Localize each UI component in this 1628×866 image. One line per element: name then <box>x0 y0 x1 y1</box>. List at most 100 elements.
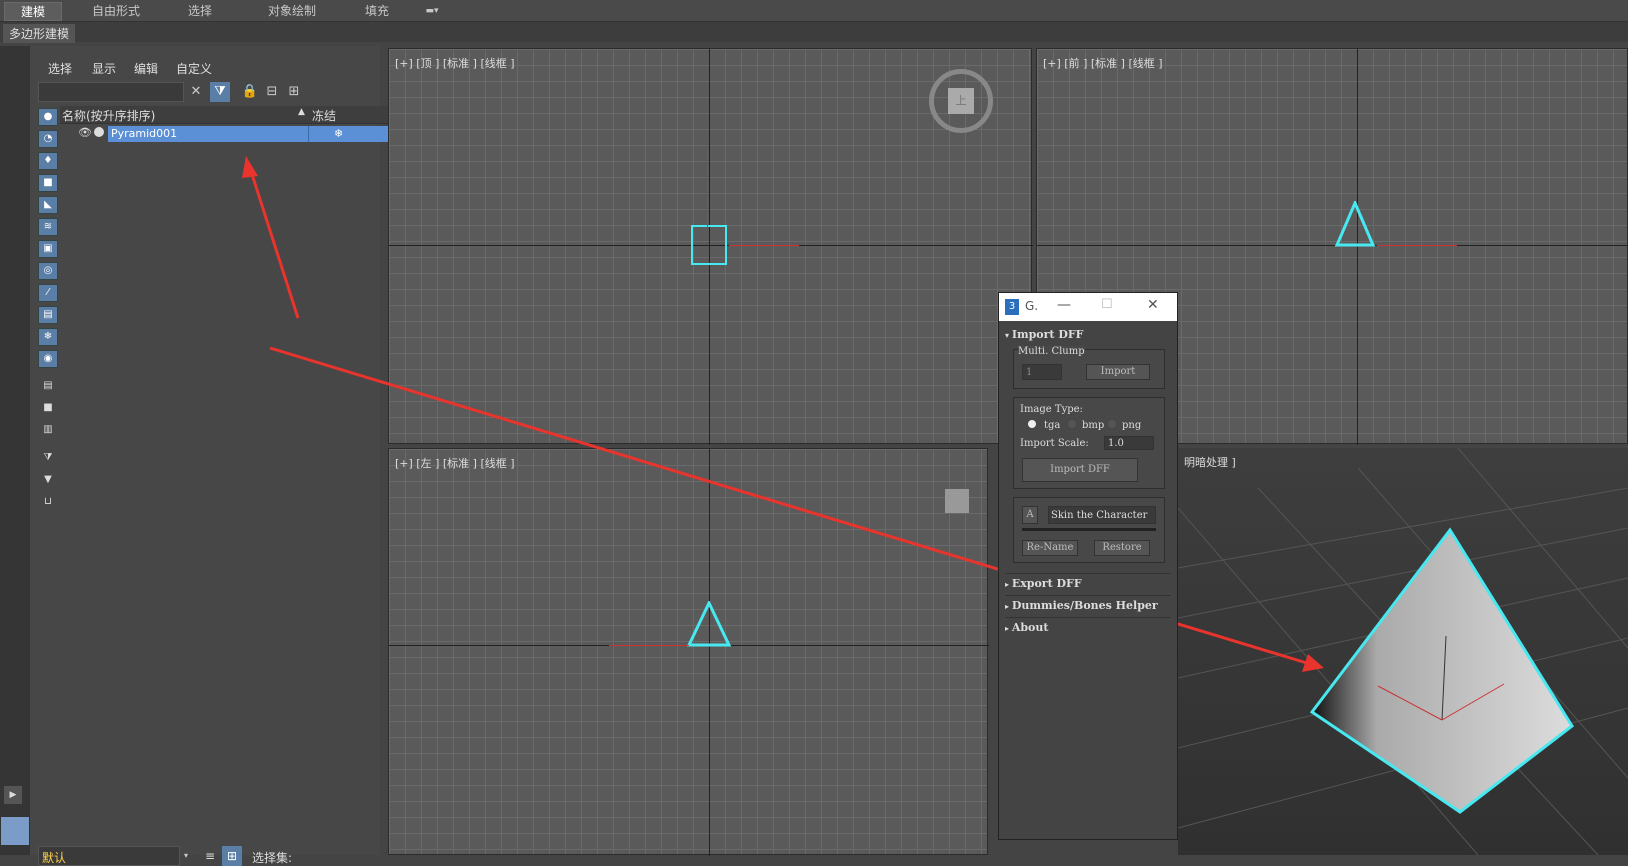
clear-search-icon[interactable]: ✕ <box>186 82 206 102</box>
object-dot-icon <box>94 127 104 137</box>
progress-bar <box>1022 528 1156 531</box>
expand-arrow-icon[interactable]: ▶ <box>4 786 22 804</box>
viewcube-face[interactable]: 上 <box>948 88 974 114</box>
frozen-icon[interactable]: ❄ <box>38 328 58 346</box>
groups-icon[interactable]: ▣ <box>38 240 58 258</box>
square-icon[interactable]: ■ <box>38 400 58 418</box>
ribbon-options-icon[interactable]: ▬▾ <box>420 2 444 21</box>
import-scale-label: Import Scale: <box>1020 438 1089 449</box>
viewport-front-label[interactable]: [+] [前 ] [标准 ] [线框 ] <box>1043 55 1163 71</box>
tab-populate[interactable]: 填充 <box>352 2 402 21</box>
helpers-icon[interactable]: ◣ <box>38 196 58 214</box>
tab-freeform[interactable]: 自由形式 <box>80 2 152 21</box>
skin-field[interactable]: Skin the Character <box>1048 506 1156 524</box>
gizmo-x-axis <box>1377 245 1457 246</box>
minimize-icon[interactable]: — <box>1057 297 1071 313</box>
rollout-export-dff[interactable]: ▸ Export DFF <box>1005 573 1171 593</box>
viewport-left[interactable]: [+] [左 ] [标准 ] [线框 ] <box>388 448 989 856</box>
lock-icon[interactable]: 🔒 <box>240 82 260 102</box>
containers-icon[interactable]: ▤ <box>38 306 58 324</box>
viewcube-left[interactable] <box>945 489 969 513</box>
basket-icon[interactable]: ⊔ <box>38 494 58 512</box>
viewport-layout-icon[interactable] <box>0 816 30 846</box>
viewcube-compass[interactable]: 上 <box>929 69 993 133</box>
tab-object-paint[interactable]: 对象绘制 <box>250 2 334 21</box>
doc-icon[interactable]: ▥ <box>38 422 58 440</box>
column-divider <box>308 126 309 142</box>
layer-dropdown[interactable]: 默认 <box>38 846 180 866</box>
hidden-icon[interactable]: ◉ <box>38 350 58 368</box>
dff-plugin-dialog: 3 G. — ☐ ✕ ▾ Import DFF Multi. Clump 1 I… <box>998 292 1178 840</box>
tab-selection[interactable]: 选择 <box>172 2 228 21</box>
subtab-poly-modeling[interactable]: 多边形建模 <box>3 24 76 43</box>
explorer-search-input[interactable] <box>38 82 184 102</box>
radio-png[interactable] <box>1108 420 1116 428</box>
shapes-icon[interactable]: ◔ <box>38 130 58 148</box>
hierarchy-mode-icon[interactable]: ⊞ <box>222 846 242 866</box>
scale-spinner[interactable]: 1.0 <box>1104 436 1154 450</box>
viewport-top-label[interactable]: [+] [顶 ] [标准 ] [线框 ] <box>395 55 515 71</box>
menu-customize[interactable]: 自定义 <box>176 60 212 77</box>
viewport-top[interactable]: [+] [顶 ] [标准 ] [线框 ] 上 <box>388 48 1033 445</box>
gizmo-x-axis <box>609 645 689 646</box>
dropdown-arrow-icon[interactable]: ▾ <box>180 846 192 866</box>
import-dff-button[interactable]: Import DFF <box>1022 458 1138 482</box>
sort-asc-icon: ▲ <box>298 107 305 117</box>
rollout-dummies[interactable]: ▸ Dummies/Bones Helper <box>1005 595 1171 615</box>
pyramid-top-view[interactable] <box>691 225 727 265</box>
layers-icon[interactable]: ≡ <box>200 846 220 866</box>
viewport-perspective[interactable]: 明暗处理 ] <box>1178 448 1628 855</box>
clump-value: 1 <box>1026 367 1033 378</box>
left-strip: ▶ <box>0 46 30 855</box>
table-row[interactable]: Pyramid001 ❄ <box>108 126 400 142</box>
radio-bmp-label: bmp <box>1082 420 1105 431</box>
visibility-eye-icon[interactable]: 👁 <box>78 126 92 139</box>
multi-clump-label: Multi. Clump <box>1018 346 1085 357</box>
object-name: Pyramid001 <box>111 127 178 140</box>
radio-tga[interactable] <box>1028 420 1036 428</box>
rollout-dummies-label: Dummies/Bones Helper <box>1011 599 1158 612</box>
menu-select[interactable]: 选择 <box>48 60 72 77</box>
spacewarps-icon[interactable]: ≋ <box>38 218 58 236</box>
radio-bmp[interactable] <box>1068 420 1076 428</box>
clump-spinner[interactable]: 1 <box>1022 364 1062 380</box>
import-button[interactable]: Import <box>1086 364 1150 380</box>
a-button[interactable]: A <box>1022 506 1038 524</box>
group-image-type: Image Type: tga bmp png Import Scale: 1.… <box>1013 397 1165 489</box>
dialog-titlebar[interactable]: 3 G. — ☐ ✕ <box>999 293 1177 321</box>
lights-icon[interactable]: ♦ <box>38 152 58 170</box>
group-skin: A Skin the Character Re-Name Restore <box>1013 497 1165 563</box>
menu-edit[interactable]: 编辑 <box>134 60 158 77</box>
menu-display[interactable]: 显示 <box>92 60 116 77</box>
list-icon[interactable]: ▤ <box>38 378 58 396</box>
rollout-about-label: About <box>1011 621 1049 634</box>
filter-funnel-icon[interactable]: ▼ <box>38 472 58 490</box>
freeze-snowflake-icon[interactable]: ❄ <box>334 127 343 140</box>
rollout-about[interactable]: ▸ About <box>1005 617 1171 637</box>
rollout-import-dff[interactable]: ▾ Import DFF <box>1005 325 1171 345</box>
layer-tree-icon[interactable]: ⊞ <box>284 82 304 102</box>
restore-button[interactable]: Restore <box>1094 540 1150 556</box>
bones-icon[interactable]: ⁄ <box>38 284 58 302</box>
column-frozen[interactable]: 冻结 <box>312 107 336 124</box>
scale-value: 1.0 <box>1108 438 1124 449</box>
column-name[interactable]: 名称(按升序排序) <box>62 107 155 124</box>
close-icon[interactable]: ✕ <box>1147 297 1159 313</box>
pyramid-perspective[interactable] <box>1308 526 1578 826</box>
tab-modeling[interactable]: 建模 <box>4 2 62 21</box>
ribbon-bar: 建模 自由形式 选择 对象绘制 填充 ▬▾ <box>0 0 1628 22</box>
viewport-left-label[interactable]: [+] [左 ] [标准 ] [线框 ] <box>395 455 515 471</box>
maximize-icon[interactable]: ☐ <box>1101 297 1113 312</box>
hierarchy-icon[interactable]: ⊟ <box>262 82 282 102</box>
filter-pin-icon[interactable]: ⧩ <box>38 450 58 468</box>
radio-png-label: png <box>1122 420 1142 431</box>
layer-name: 默认 <box>42 851 67 865</box>
explorer-column-header: 名称(按升序排序) ▲ 冻结 <box>60 106 400 124</box>
pyramid-front-view[interactable] <box>1335 201 1375 247</box>
filter-icon[interactable]: ⧩ <box>210 82 230 102</box>
pyramid-left-view[interactable] <box>687 601 731 647</box>
xrefs-icon[interactable]: ◎ <box>38 262 58 280</box>
cameras-icon[interactable]: ■ <box>38 174 58 192</box>
rename-button[interactable]: Re-Name <box>1022 540 1078 556</box>
geometry-icon[interactable]: ● <box>38 108 58 126</box>
